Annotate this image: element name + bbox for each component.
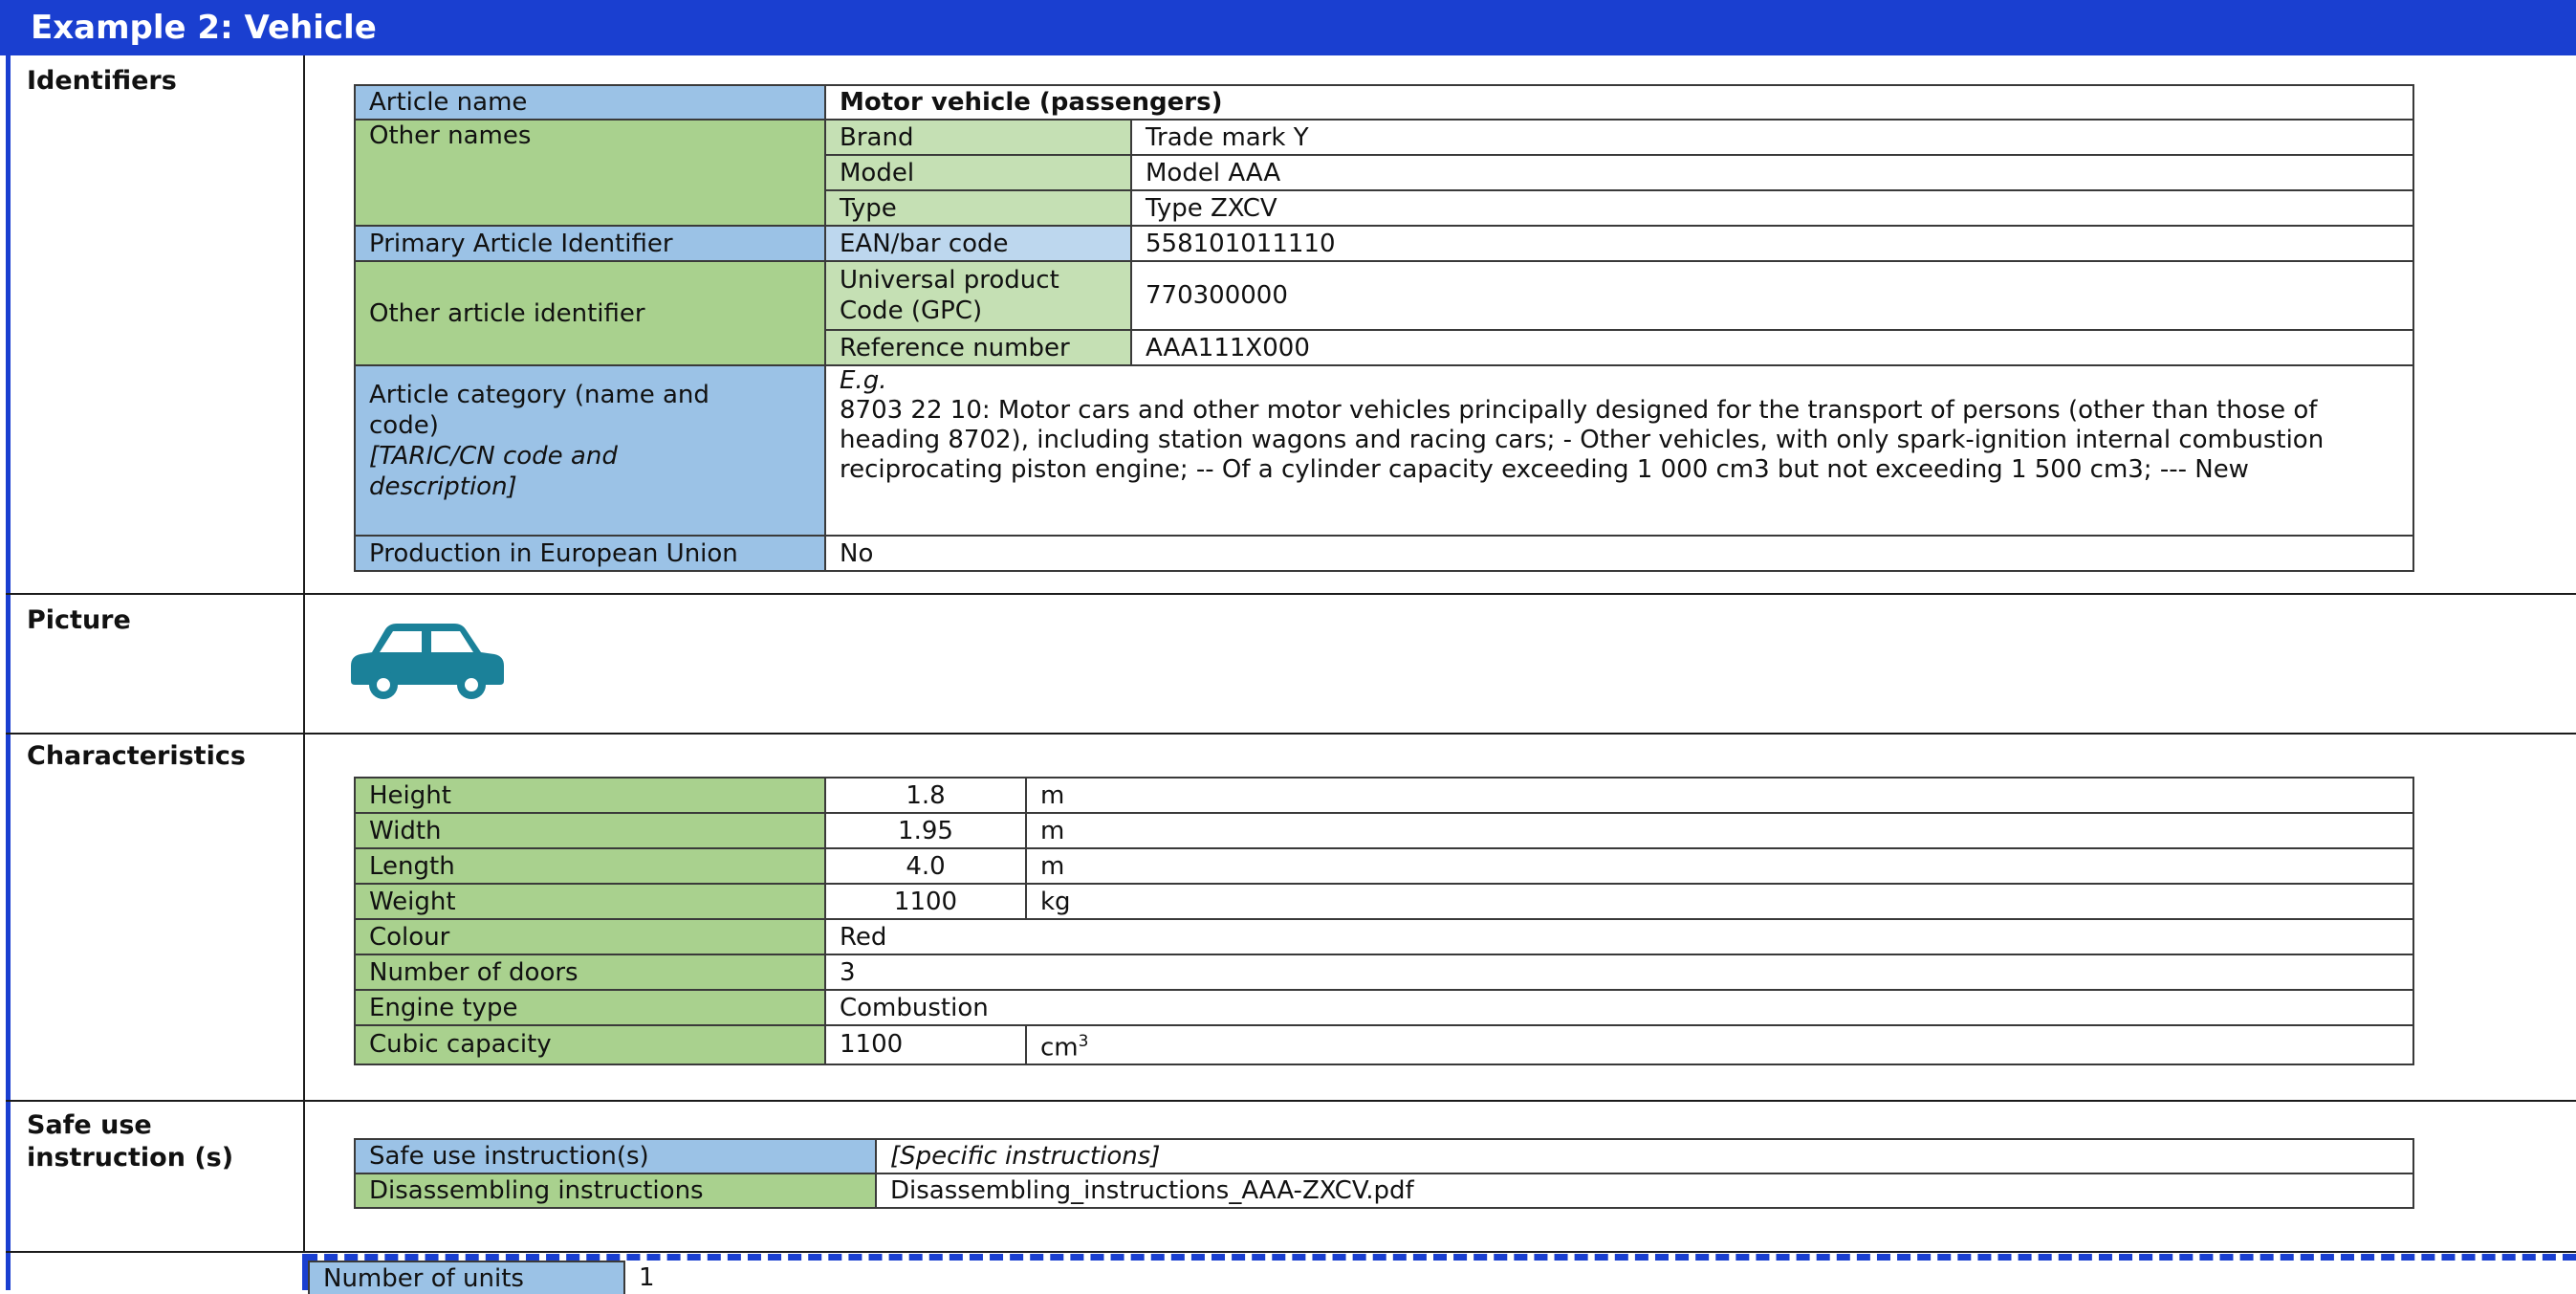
unit-text: cm [1040,1033,1079,1063]
units-table: Number of units 1 [308,1261,843,1294]
safe-use-label: Safe use instruction(s) [354,1138,877,1174]
other-id-label: Other article identifier [354,260,826,366]
model-value: Model AAA [1130,154,2414,191]
characteristics-table: Height 1.8 m Width 1.95 m Length 4.0 m Weight 1100… [354,777,2414,1065]
characteristic-value: Red [824,918,2414,955]
category-value: E.g. 8703 22 10: Motor cars and other mo… [824,364,2414,537]
characteristic-label: Height [354,777,826,814]
left-border [6,55,11,1290]
ref-value: AAA111X000 [1130,329,2414,366]
category-label-line4: description] [369,472,517,501]
table-row: Number of doors 3 [354,954,2414,991]
table-row: Disassembling instructions Disassembling… [354,1173,2414,1209]
table-row: Safe use instruction(s) [Specific instru… [354,1138,2414,1174]
table-row: Height 1.8 m [354,777,2414,814]
unit-superscript: 3 [1078,1032,1089,1051]
table-row: Production in European Union No [354,535,2414,572]
characteristic-unit: m [1025,847,2414,885]
divider [6,1100,2576,1102]
primary-id-label: Primary Article Identifier [354,225,826,262]
upc-label: Universal product Code (GPC) [824,260,1132,331]
car-icon [351,624,504,699]
characteristic-value: 1100 [824,883,1027,920]
unit-text: kg [1040,887,1071,916]
characteristic-unit: kg [1025,883,2414,920]
units-label: Number of units [308,1261,625,1294]
table-row: Colour Red [354,918,2414,955]
category-label: Article category (name and code) [TARIC/… [354,364,826,537]
article-name-value: Motor vehicle (passengers) [824,84,2414,121]
safe-use-line2: instruction (s) [27,1143,234,1173]
characteristic-value: 1.95 [824,812,1027,849]
section-label-identifiers: Identifiers [27,66,177,96]
characteristic-value: 3 [824,954,2414,991]
other-names-label: Other names [354,119,826,227]
identifiers-table: Article name Motor vehicle (passengers) … [354,84,2414,572]
characteristic-label: Colour [354,918,826,955]
ref-label: Reference number [824,329,1132,366]
unit-text: m [1040,780,1065,810]
brand-label: Brand [824,119,1132,156]
safe-use-value: [Specific instructions] [875,1138,2414,1174]
divider [6,593,2576,595]
table-row: Other article identifier Universal produ… [354,260,2414,366]
characteristic-unit: cm3 [1025,1024,2414,1065]
table-row: Cubic capacity 1100 cm3 [354,1024,2414,1065]
production-label: Production in European Union [354,535,826,572]
ean-label: EAN/bar code [824,225,1132,262]
production-value: No [824,535,2414,572]
safe-use-line1: Safe use [27,1110,152,1140]
disassembling-label: Disassembling instructions [354,1173,877,1209]
units-value: 1 [639,1263,655,1292]
document-page: Example 2: Vehicle Identifiers Picture C… [0,0,2576,1294]
upc-label-line2: Code (GPC) [840,296,983,325]
ean-value: 558101011110 [1130,225,2414,262]
table-row: Primary Article Identifier EAN/bar code … [354,225,2414,262]
section-label-characteristics: Characteristics [27,741,246,771]
characteristic-value: 1100 [824,1024,1027,1065]
disassembling-value: Disassembling_instructions_AAA-ZXCV.pdf [875,1173,2414,1209]
category-label-line2: code) [369,411,439,440]
characteristic-value: Combustion [824,989,2414,1026]
table-row: Weight 1100 kg [354,883,2414,920]
unit-text: m [1040,816,1065,845]
characteristic-label: Cubic capacity [354,1024,826,1065]
upc-value: 770300000 [1130,260,2414,331]
table-row: Width 1.95 m [354,812,2414,849]
table-row: Article category (name and code) [TARIC/… [354,364,2414,537]
characteristic-unit: m [1025,777,2414,814]
brand-value: Trade mark Y [1130,119,2414,156]
characteristic-label: Length [354,847,826,885]
characteristic-unit: m [1025,812,2414,849]
upc-label-line1: Universal product [840,266,1059,295]
safe-use-table: Safe use instruction(s) [Specific instru… [354,1138,2414,1209]
table-row: Engine type Combustion [354,989,2414,1026]
characteristic-label: Engine type [354,989,826,1026]
characteristic-value: 4.0 [824,847,1027,885]
category-text: 8703 22 10: Motor cars and other motor v… [840,396,2325,484]
page-title: Example 2: Vehicle [0,0,2576,55]
characteristic-label: Width [354,812,826,849]
table-row: Length 4.0 m [354,847,2414,885]
model-label: Model [824,154,1132,191]
characteristic-label: Weight [354,883,826,920]
dashed-selection-border [304,1254,2576,1261]
table-row: Other names Brand Trade mark Y [354,119,2414,227]
category-label-line1: Article category (name and [369,381,709,409]
divider [6,733,2576,735]
table-row: Number of units 1 [308,1261,843,1294]
section-label-picture: Picture [27,605,131,635]
section-label-safe-use: Safe use instruction (s) [27,1109,233,1174]
unit-text: m [1040,851,1065,881]
column-divider [303,55,305,1251]
article-name-label: Article name [354,84,826,121]
table-row: Article name Motor vehicle (passengers) [354,84,2414,121]
type-label: Type [824,189,1132,227]
divider [6,1251,2576,1253]
category-label-line3: [TARIC/CN code and [369,442,618,471]
characteristic-label: Number of doors [354,954,826,991]
type-value: Type ZXCV [1130,189,2414,227]
category-eg: E.g. [840,366,887,395]
characteristic-value: 1.8 [824,777,1027,814]
